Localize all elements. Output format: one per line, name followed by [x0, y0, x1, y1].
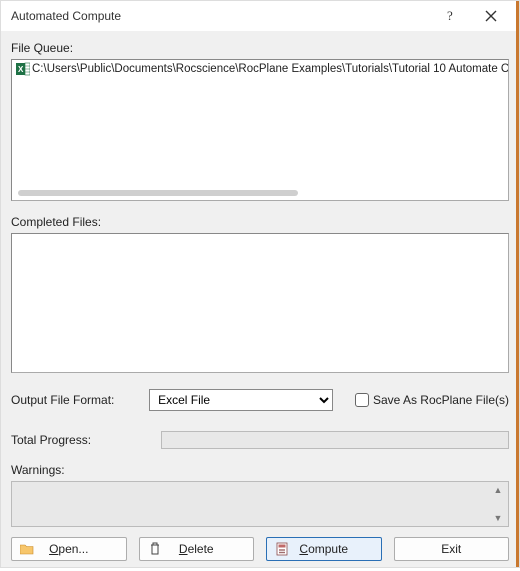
automated-compute-dialog: Automated Compute ? File Queue: X C:\Use…	[0, 0, 520, 568]
close-button[interactable]	[471, 1, 511, 31]
excel-icon: X	[16, 62, 30, 76]
delete-button-label: Delete	[179, 542, 214, 556]
output-format-label: Output File Format:	[11, 393, 139, 407]
horizontal-scrollbar[interactable]	[18, 190, 298, 196]
svg-text:X: X	[18, 65, 24, 74]
file-path: C:\Users\Public\Documents\Rocscience\Roc…	[32, 63, 509, 75]
total-progress-bar	[161, 431, 509, 449]
open-button-label: Open...	[49, 542, 88, 556]
output-format-select[interactable]: Excel File	[149, 389, 333, 411]
exit-button[interactable]: Exit	[394, 537, 510, 561]
file-queue-list[interactable]: X C:\Users\Public\Documents\Rocscience\R…	[11, 59, 509, 201]
checkbox-box	[355, 393, 369, 407]
window-title: Automated Compute	[11, 9, 431, 23]
dialog-body: File Queue: X C:\Users\Public\Documents\…	[1, 31, 519, 571]
close-icon	[485, 10, 497, 22]
compute-button-label: Compute	[299, 542, 348, 556]
scroll-down-icon: ▼	[494, 513, 503, 523]
compute-button[interactable]: Compute	[266, 537, 382, 561]
completed-files-label: Completed Files:	[11, 215, 509, 229]
save-as-rocplane-checkbox[interactable]: Save As RocPlane File(s)	[355, 393, 509, 407]
titlebar: Automated Compute ?	[1, 1, 519, 31]
save-as-rocplane-label: Save As RocPlane File(s)	[373, 393, 509, 407]
file-queue-label: File Queue:	[11, 41, 509, 55]
calculator-icon	[275, 542, 289, 556]
exit-button-label: Exit	[441, 542, 461, 556]
open-button[interactable]: Open...	[11, 537, 127, 561]
completed-files-list[interactable]	[11, 233, 509, 373]
warnings-label: Warnings:	[11, 463, 509, 477]
folder-icon	[20, 542, 34, 556]
total-progress-label: Total Progress:	[11, 433, 151, 447]
delete-button[interactable]: Delete	[139, 537, 255, 561]
help-button[interactable]: ?	[431, 1, 471, 31]
button-bar: Open... Delete Compute Exit	[11, 537, 509, 561]
warnings-box: ▲ ▼	[11, 481, 509, 527]
help-icon: ?	[446, 9, 456, 23]
svg-text:?: ?	[447, 9, 453, 23]
warnings-scrollbar[interactable]: ▲ ▼	[491, 485, 505, 523]
trash-icon	[148, 542, 162, 556]
list-item[interactable]: X C:\Users\Public\Documents\Rocscience\R…	[12, 60, 508, 78]
scroll-up-icon: ▲	[494, 485, 503, 495]
